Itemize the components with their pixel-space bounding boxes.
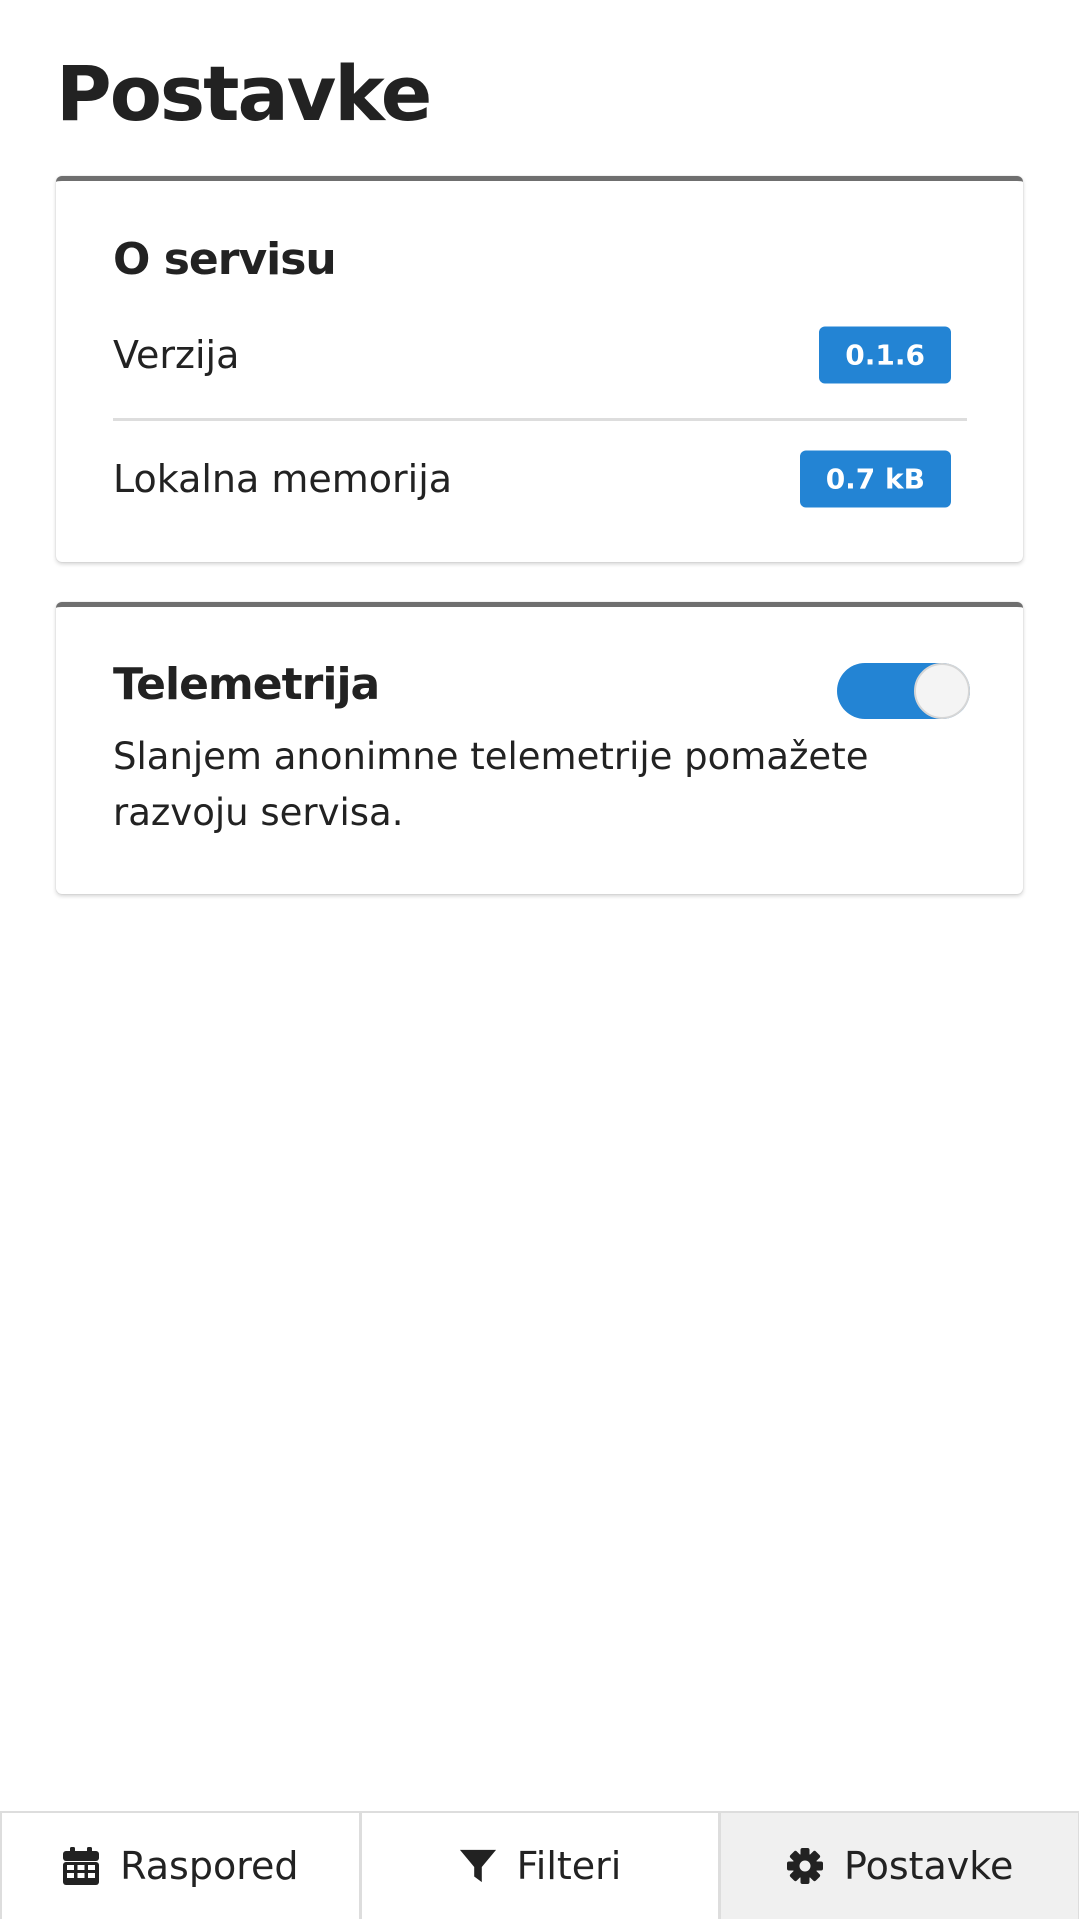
- row-divider: [113, 418, 967, 421]
- local-storage-badge: 0.7 kB: [799, 450, 951, 508]
- tab-postavke-label: Postavke: [844, 1844, 1014, 1888]
- calendar-icon: [62, 1847, 100, 1885]
- filter-icon: [459, 1847, 497, 1885]
- tab-raspored[interactable]: Raspored: [0, 1813, 360, 1919]
- version-label: Verzija: [113, 333, 240, 377]
- telemetry-card: Telemetrija Slanjem anonimne telemetrije…: [56, 602, 1023, 894]
- about-heading: O servisu: [113, 234, 337, 285]
- version-badge: 0.1.6: [819, 326, 951, 384]
- bottom-tab-bar: Raspored Filteri Postavke: [0, 1811, 1079, 1919]
- local-storage-label: Lokalna memorija: [113, 457, 453, 501]
- toggle-knob: [914, 663, 970, 719]
- gear-icon: [786, 1847, 824, 1885]
- local-storage-row: Lokalna memorija 0.7 kB: [113, 449, 967, 509]
- tab-filteri[interactable]: Filteri: [359, 1813, 720, 1919]
- about-card: O servisu Verzija 0.1.6 Lokalna memorija…: [56, 176, 1023, 562]
- tab-filteri-label: Filteri: [516, 1844, 622, 1888]
- page-title: Postavke: [56, 49, 432, 138]
- telemetry-description: Slanjem anonimne telemetrije pomažete ra…: [113, 735, 869, 834]
- settings-page: Postavke O servisu Verzija 0.1.6 Lokalna…: [0, 0, 1079, 1919]
- telemetry-heading: Telemetrija: [113, 659, 380, 710]
- telemetry-toggle[interactable]: [837, 663, 970, 719]
- version-row: Verzija 0.1.6: [113, 325, 967, 385]
- tab-postavke[interactable]: Postavke: [719, 1813, 1079, 1919]
- tab-raspored-label: Raspored: [120, 1844, 299, 1888]
